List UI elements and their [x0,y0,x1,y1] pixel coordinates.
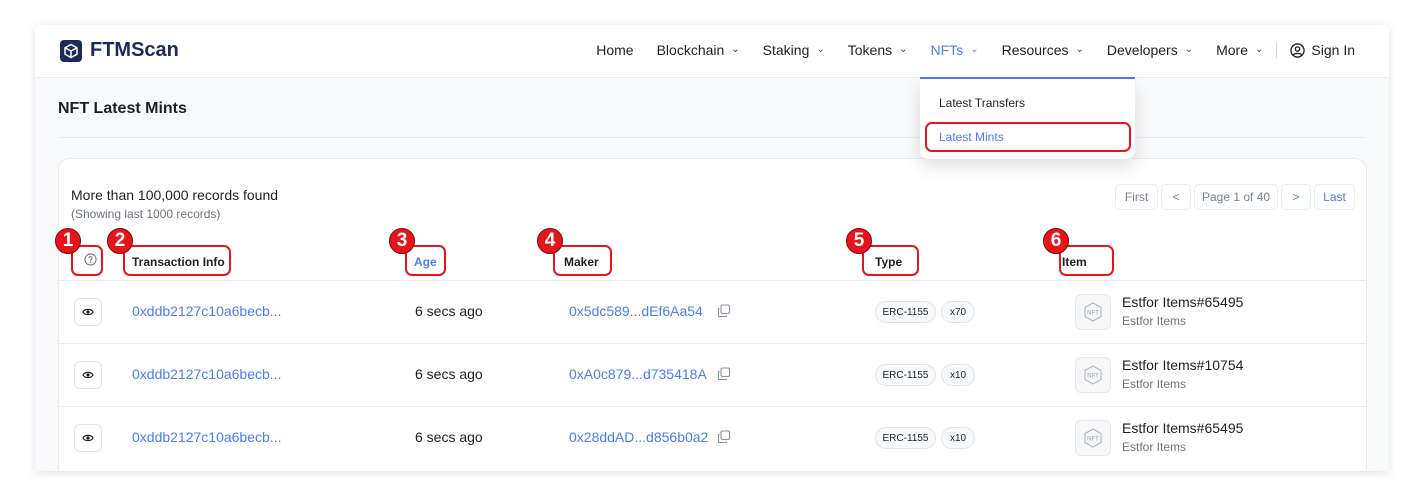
eye-icon [82,308,94,316]
view-details-button[interactable] [74,361,102,389]
mints-card: More than 100,000 records found (Showing… [55,158,1367,471]
copy-icon[interactable] [717,430,731,444]
sign-in-link[interactable]: Sign In [1290,42,1355,58]
nav-home[interactable]: Home [596,42,633,58]
item-name-link[interactable]: Estfor Items#10754 [1122,357,1243,373]
nft-icon-text: NFT [1087,374,1099,380]
nav-more[interactable]: More ⌄ [1216,42,1263,58]
chevron-down-icon: ⌄ [899,43,908,55]
nft-placeholder-icon: NFT [1075,420,1111,456]
eye-icon [82,434,94,442]
annotation-badge: 6 [1043,228,1069,254]
chevron-down-icon: ⌄ [970,43,979,55]
view-details-button[interactable] [74,298,102,326]
nav-label: Home [596,42,634,58]
table-row: 0xddb2127c10a6becb... 6 secs ago 0xA0c87… [59,344,1366,406]
annotation-badge: 5 [846,228,872,254]
quantity-badge: x70 [941,301,975,323]
age-value: 6 secs ago [415,366,483,382]
user-circle-icon [1290,42,1306,58]
table-row: 0xddb2127c10a6becb... 6 secs ago 0x5dc58… [59,281,1366,343]
copy-icon[interactable] [717,304,731,318]
chevron-down-icon: ⌄ [1184,43,1194,55]
transaction-hash-link[interactable]: 0xddb2127c10a6becb... [132,366,281,382]
nfts-dropdown-menu: Latest Transfers Latest Mints [920,79,1135,159]
nav-label: NFTs [930,42,964,58]
main-nav: Home Blockchain ⌄ Staking ⌄ Tokens ⌄ NFTs ⌄ … [573,42,1355,58]
nav-developers[interactable]: Developers ⌄ [1107,42,1193,58]
age-value: 6 secs ago [415,303,483,319]
brand-name: FTMScan [90,39,179,61]
transaction-hash-link[interactable]: 0xddb2127c10a6becb... [132,303,281,319]
token-standard-badge: ERC-1155 [875,301,936,323]
pagination-last[interactable]: Last [1314,184,1355,210]
age-value: 6 secs ago [415,429,483,445]
chevron-down-icon: ⌄ [731,43,740,55]
annotation-badge: 1 [55,228,81,254]
nav-divider [1276,42,1278,58]
item-name-link[interactable]: Estfor Items#65495 [1122,420,1243,436]
eye-icon [82,371,94,379]
records-count: More than 100,000 records found [71,187,279,203]
transaction-hash-link[interactable]: 0xddb2127c10a6becb... [132,429,281,445]
annotation-badge: 4 [537,228,563,254]
item-collection: Estfor Items [1122,377,1187,391]
view-details-button[interactable] [74,424,102,452]
pagination-next[interactable]: > [1281,184,1311,210]
nav-label: Resources [1001,42,1069,58]
title-divider [58,137,1366,138]
nav-staking[interactable]: Staking ⌄ [763,42,825,58]
nav-nfts[interactable]: NFTs ⌄ [931,42,979,58]
nft-icon-text: NFT [1087,437,1099,443]
cube-logo-icon [60,39,82,62]
chevron-down-icon: ⌄ [1075,43,1084,55]
nft-placeholder-icon: NFT [1075,294,1111,330]
nav-label: Developers [1106,42,1178,58]
item-name-link[interactable]: Estfor Items#65495 [1122,294,1243,310]
highlight-transaction-info [123,245,231,276]
copy-icon[interactable] [717,367,731,381]
token-standard-badge: ERC-1155 [875,364,936,386]
sign-in-label: Sign In [1311,42,1355,58]
maker-address-link[interactable]: 0x28ddAD...d856b0a2 [569,429,708,445]
highlight-maker [553,245,612,276]
page-title: NFT Latest Mints [58,100,187,117]
pagination-first[interactable]: First [1115,184,1158,210]
nav-label: Blockchain [656,42,725,58]
browser-frame: FTMScan Home Blockchain ⌄ Staking ⌄ Tokens… [35,25,1389,471]
chevron-down-icon: ⌄ [1255,43,1264,55]
item-collection: Estfor Items [1122,314,1187,328]
nav-tokens[interactable]: Tokens ⌄ [848,42,908,58]
top-navbar: FTMScan Home Blockchain ⌄ Staking ⌄ Tokens… [35,25,1389,78]
pagination-prev[interactable]: < [1161,184,1191,210]
nav-resources[interactable]: Resources ⌄ [1002,42,1084,58]
nav-label: Staking [762,42,810,58]
highlight-latest-mints [925,122,1131,152]
records-showing-note: (Showing last 1000 records) [71,207,221,221]
site-logo[interactable]: FTMScan [60,39,179,62]
nft-placeholder-icon: NFT [1075,357,1111,393]
menu-item-latest-transfers[interactable]: Latest Transfers [939,96,1025,110]
maker-address-link[interactable]: 0x5dc589...dEf6Aa54 [569,303,703,319]
annotation-badge: 2 [107,228,133,254]
annotation-badge: 3 [389,228,415,254]
token-standard-badge: ERC-1155 [875,427,936,449]
quantity-badge: x10 [941,427,975,449]
nav-blockchain[interactable]: Blockchain ⌄ [657,42,740,58]
quantity-badge: x10 [941,364,975,386]
nft-icon-text: NFT [1087,311,1099,317]
item-collection: Estfor Items [1122,440,1187,454]
pagination-page-indicator: Page 1 of 40 [1194,184,1278,210]
nav-label: More [1216,42,1249,58]
highlight-type [862,245,919,276]
chevron-down-icon: ⌄ [816,43,825,55]
nav-label: Tokens [847,42,893,58]
maker-address-link[interactable]: 0xA0c879...d735418A [569,366,707,382]
highlight-item [1059,245,1114,276]
table-row: 0xddb2127c10a6becb... 6 secs ago 0x28ddA… [59,407,1366,469]
